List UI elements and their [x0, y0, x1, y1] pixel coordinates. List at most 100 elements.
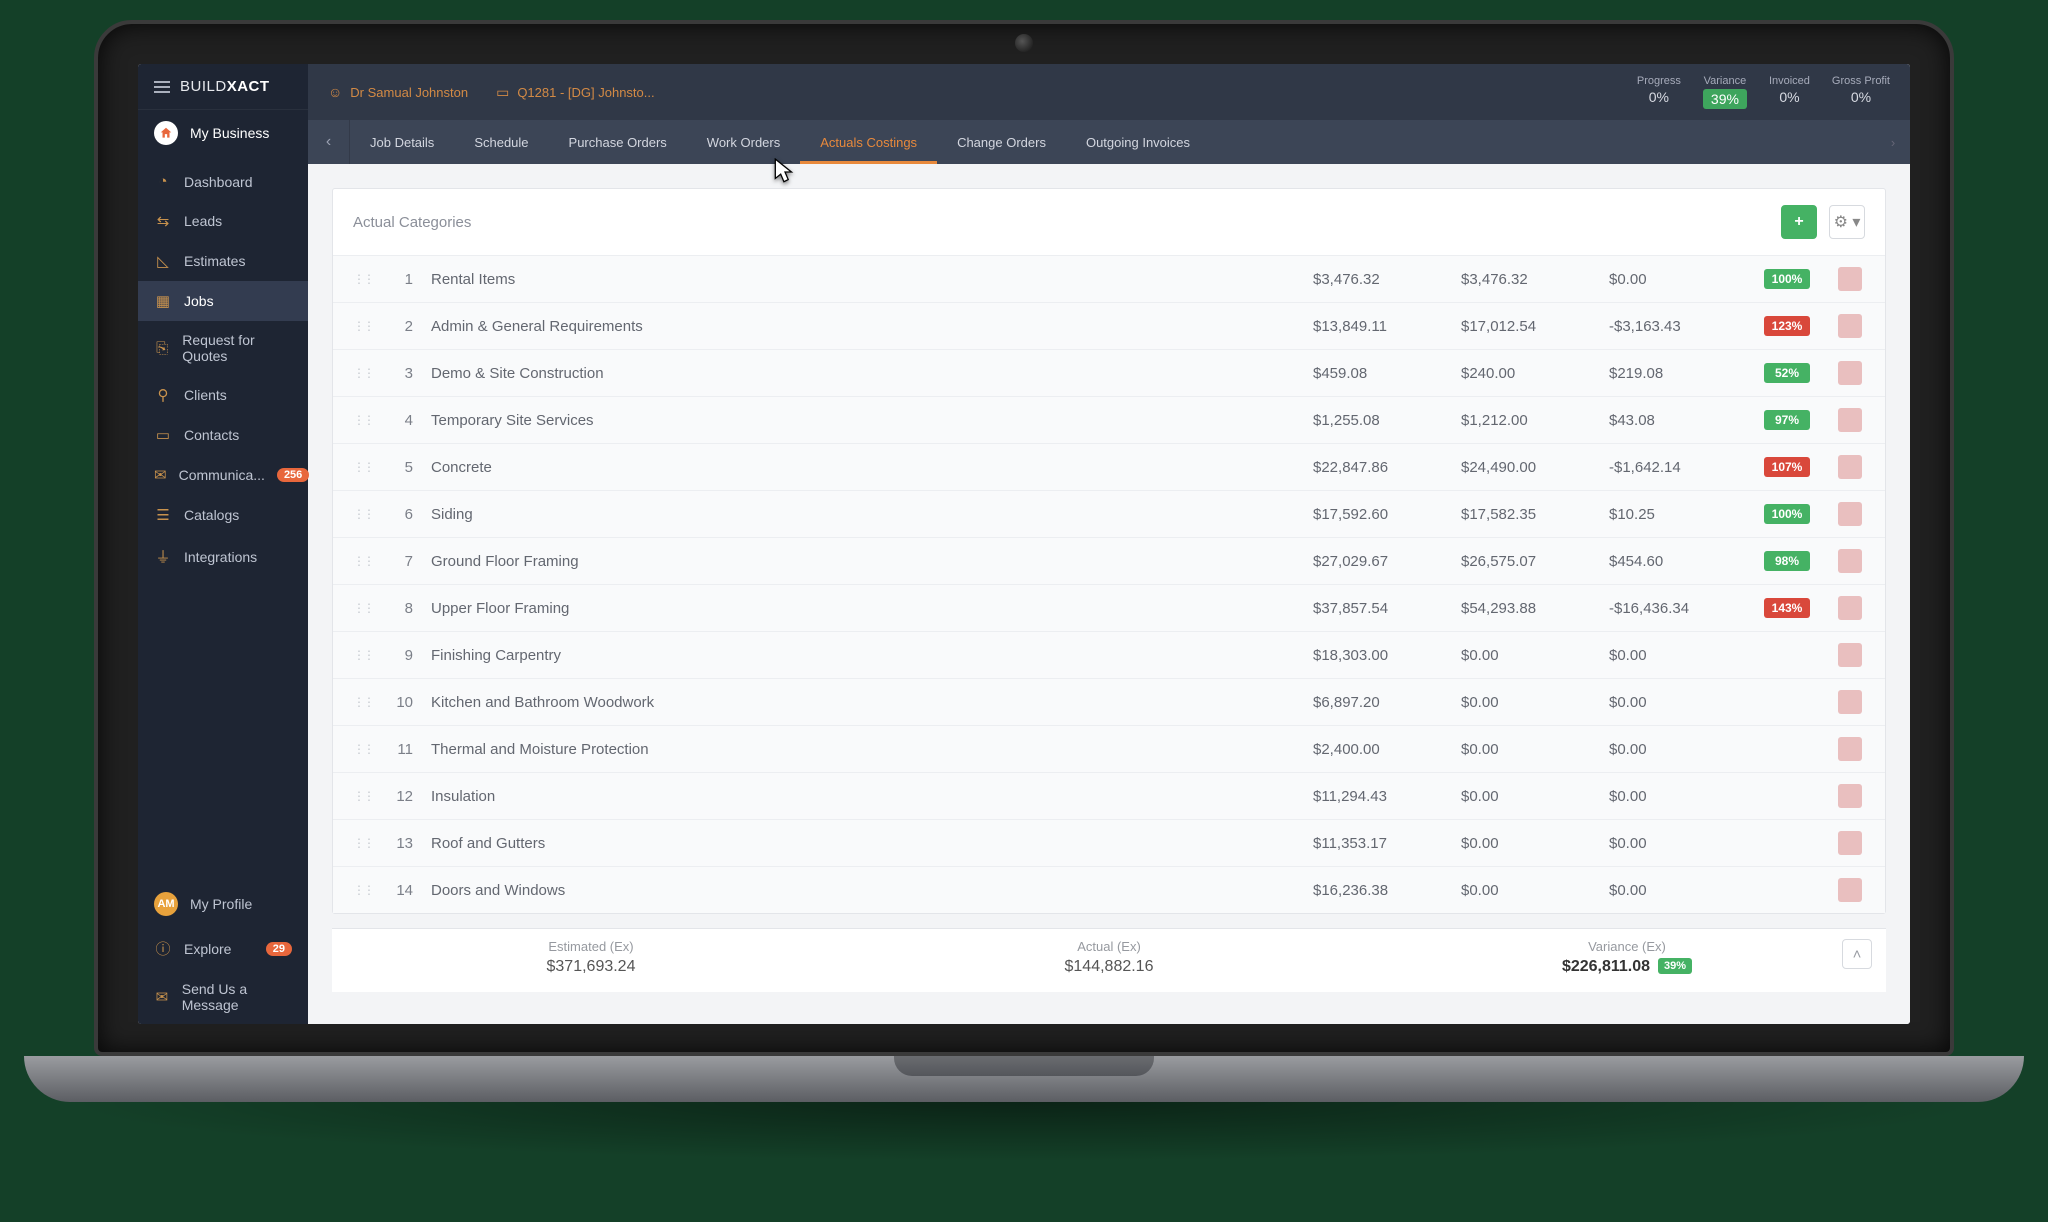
drag-handle-icon[interactable]: ⋮⋮: [353, 413, 373, 427]
drag-handle-icon[interactable]: ⋮⋮: [353, 319, 373, 333]
row-estimate: $13,849.11: [1313, 318, 1443, 335]
drag-handle-icon[interactable]: ⋮⋮: [353, 601, 373, 615]
sidebar-item-my-profile[interactable]: AMMy Profile: [138, 881, 308, 927]
tab-outgoing-invoices[interactable]: Outgoing Invoices: [1066, 120, 1210, 164]
category-row[interactable]: ⋮⋮ 2 Admin & General Requirements $13,84…: [333, 302, 1885, 349]
row-variance: $0.00: [1609, 647, 1739, 664]
drag-handle-icon[interactable]: ⋮⋮: [353, 836, 373, 850]
drag-handle-icon[interactable]: ⋮⋮: [353, 460, 373, 474]
sidebar-item-label: Catalogs: [184, 507, 239, 523]
row-delete-button[interactable]: [1838, 314, 1862, 338]
sidebar-item-label: My Profile: [190, 896, 252, 912]
clients-icon: ⚲: [154, 386, 172, 404]
drag-handle-icon[interactable]: ⋮⋮: [353, 554, 373, 568]
menu-icon[interactable]: [154, 81, 170, 93]
footer-variance-pill: 39%: [1658, 958, 1692, 974]
rfq-icon: ⎘: [154, 340, 170, 357]
scroll-to-top-button[interactable]: ˄: [1842, 939, 1872, 969]
tab-schedule[interactable]: Schedule: [454, 120, 548, 164]
stat-value: 0%: [1769, 89, 1810, 105]
category-row[interactable]: ⋮⋮ 8 Upper Floor Framing $37,857.54 $54,…: [333, 584, 1885, 631]
row-delete-button[interactable]: [1838, 737, 1862, 761]
row-delete-button[interactable]: [1838, 690, 1862, 714]
sidebar-my-business[interactable]: My Business: [138, 110, 308, 156]
row-delete-button[interactable]: [1838, 502, 1862, 526]
row-variance: $0.00: [1609, 835, 1739, 852]
row-delete-button[interactable]: [1838, 267, 1862, 291]
drag-handle-icon[interactable]: ⋮⋮: [353, 742, 373, 756]
row-name: Concrete: [431, 459, 1295, 476]
breadcrumb[interactable]: ▭Q1281 - [DG] Johnsto...: [496, 84, 655, 101]
category-row[interactable]: ⋮⋮ 10 Kitchen and Bathroom Woodwork $6,8…: [333, 678, 1885, 725]
drag-handle-icon[interactable]: ⋮⋮: [353, 272, 373, 286]
camera-dot: [1015, 34, 1033, 52]
category-row[interactable]: ⋮⋮ 7 Ground Floor Framing $27,029.67 $26…: [333, 537, 1885, 584]
category-row[interactable]: ⋮⋮ 5 Concrete $22,847.86 $24,490.00 -$1,…: [333, 443, 1885, 490]
laptop-base: [24, 1056, 2024, 1102]
sidebar-item-jobs[interactable]: ▦ Jobs: [138, 281, 308, 321]
row-actual: $0.00: [1461, 788, 1591, 805]
row-delete-button[interactable]: [1838, 361, 1862, 385]
row-actual: $26,575.07: [1461, 553, 1591, 570]
row-variance: -$1,642.14: [1609, 459, 1739, 476]
row-delete-button[interactable]: [1838, 549, 1862, 573]
stat-label: Gross Profit: [1832, 75, 1890, 87]
row-delete-button[interactable]: [1838, 784, 1862, 808]
drag-handle-icon[interactable]: ⋮⋮: [353, 366, 373, 380]
row-estimate: $27,029.67: [1313, 553, 1443, 570]
tab-work-orders[interactable]: Work Orders: [687, 120, 800, 164]
sidebar-item-integrations[interactable]: ⏚ Integrations: [138, 535, 308, 578]
row-actual: $54,293.88: [1461, 600, 1591, 617]
category-row[interactable]: ⋮⋮ 12 Insulation $11,294.43 $0.00 $0.00: [333, 772, 1885, 819]
drag-handle-icon[interactable]: ⋮⋮: [353, 789, 373, 803]
tab-actuals-costings[interactable]: Actuals Costings: [800, 120, 937, 164]
sidebar-item-clients[interactable]: ⚲ Clients: [138, 375, 308, 415]
category-row[interactable]: ⋮⋮ 6 Siding $17,592.60 $17,582.35 $10.25…: [333, 490, 1885, 537]
tab-back-button[interactable]: ‹: [308, 120, 350, 164]
row-delete-button[interactable]: [1838, 831, 1862, 855]
tab-purchase-orders[interactable]: Purchase Orders: [549, 120, 687, 164]
row-number: 14: [391, 882, 413, 899]
row-delete-button[interactable]: [1838, 596, 1862, 620]
sidebar-item-dashboard[interactable]: ◔ Dashboard: [138, 162, 308, 201]
row-delete-button[interactable]: [1838, 878, 1862, 902]
row-name: Kitchen and Bathroom Woodwork: [431, 694, 1295, 711]
sidebar-item-leads[interactable]: ⇆ Leads: [138, 201, 308, 241]
tab-scroll-right[interactable]: ›: [1876, 120, 1910, 164]
tab-job-details[interactable]: Job Details: [350, 120, 454, 164]
drag-handle-icon[interactable]: ⋮⋮: [353, 883, 373, 897]
row-name: Roof and Gutters: [431, 835, 1295, 852]
drag-handle-icon[interactable]: ⋮⋮: [353, 648, 373, 662]
sidebar-item-contacts[interactable]: ▭ Contacts: [138, 415, 308, 455]
sidebar-item-explore[interactable]: ⓘExplore29: [138, 927, 308, 970]
panel-settings-button[interactable]: ⚙ ▾: [1829, 205, 1865, 239]
actual-categories-panel: Actual Categories + ⚙ ▾ ⋮⋮ 1 Rental Item…: [332, 188, 1886, 914]
breadcrumb-text: Q1281 - [DG] Johnsto...: [517, 85, 654, 100]
category-row[interactable]: ⋮⋮ 13 Roof and Gutters $11,353.17 $0.00 …: [333, 819, 1885, 866]
add-category-button[interactable]: +: [1781, 205, 1817, 239]
drag-handle-icon[interactable]: ⋮⋮: [353, 695, 373, 709]
row-delete-button[interactable]: [1838, 643, 1862, 667]
sidebar-item-communica-[interactable]: ✉ Communica... 256: [138, 455, 308, 495]
category-row[interactable]: ⋮⋮ 1 Rental Items $3,476.32 $3,476.32 $0…: [333, 256, 1885, 302]
stat-value: 0%: [1832, 89, 1890, 105]
footer-value: $371,693.24: [332, 958, 850, 976]
breadcrumb[interactable]: ☺Dr Samual Johnston: [328, 84, 468, 101]
row-estimate: $18,303.00: [1313, 647, 1443, 664]
category-row[interactable]: ⋮⋮ 4 Temporary Site Services $1,255.08 $…: [333, 396, 1885, 443]
row-number: 3: [391, 365, 413, 382]
row-delete-button[interactable]: [1838, 455, 1862, 479]
row-variance: $219.08: [1609, 365, 1739, 382]
row-delete-button[interactable]: [1838, 408, 1862, 432]
sidebar-item-catalogs[interactable]: ☰ Catalogs: [138, 495, 308, 535]
sidebar-item-estimates[interactable]: ◺ Estimates: [138, 241, 308, 281]
drag-handle-icon[interactable]: ⋮⋮: [353, 507, 373, 521]
sidebar-item-request-for-quotes[interactable]: ⎘ Request for Quotes: [138, 321, 308, 375]
category-row[interactable]: ⋮⋮ 11 Thermal and Moisture Protection $2…: [333, 725, 1885, 772]
category-row[interactable]: ⋮⋮ 3 Demo & Site Construction $459.08 $2…: [333, 349, 1885, 396]
category-row[interactable]: ⋮⋮ 9 Finishing Carpentry $18,303.00 $0.0…: [333, 631, 1885, 678]
row-estimate: $2,400.00: [1313, 741, 1443, 758]
sidebar-item-send-us-a-message[interactable]: ✉Send Us a Message: [138, 970, 308, 1024]
category-row[interactable]: ⋮⋮ 14 Doors and Windows $16,236.38 $0.00…: [333, 866, 1885, 913]
tab-change-orders[interactable]: Change Orders: [937, 120, 1066, 164]
